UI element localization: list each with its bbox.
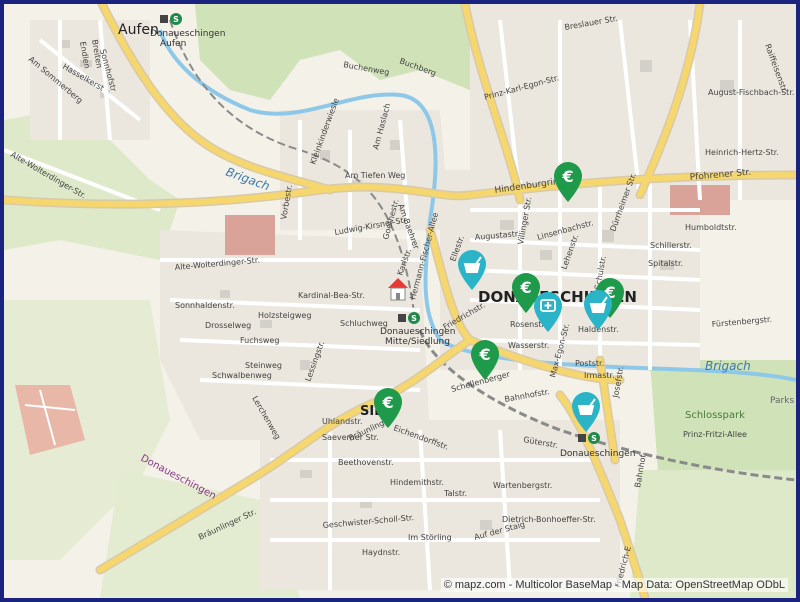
station-mitte-label2: Mitte/Siedlung xyxy=(385,337,450,347)
svg-text:S: S xyxy=(173,15,179,24)
street-saeverner: Saeverner Str. xyxy=(322,433,379,442)
street-poststr: Poststr. xyxy=(575,359,604,368)
map-svg: S Donaueschingen Aufen S Donaueschingen … xyxy=(4,4,796,598)
street-irmastr: Irmastr. xyxy=(584,371,615,380)
street-beethovenstr: Beethovenstr. xyxy=(338,458,394,467)
street-talstr: Talstr. xyxy=(443,489,467,498)
station-main-label: Donaueschingen xyxy=(560,449,635,459)
street-prinz-fritzi: Prinz-Fritzi-Allee xyxy=(683,430,747,439)
street-kardinal: Kardinal-Bea-Str. xyxy=(298,291,365,300)
street-haydnstr: Haydnstr. xyxy=(362,548,400,557)
street-hindemithstr: Hindemithstr. xyxy=(390,478,444,487)
map-canvas[interactable]: S Donaueschingen Aufen S Donaueschingen … xyxy=(4,4,796,598)
station-building-icon xyxy=(398,314,406,322)
street-fuchsweg: Fuchsweg xyxy=(240,336,279,345)
street-sonnhaldenstr: Sonnhaldenstr. xyxy=(175,301,235,310)
street-heinrich-hertz: Heinrich-Hertz-Str. xyxy=(705,148,779,157)
place-parks: Parks xyxy=(770,396,794,406)
river-label-east: Brigach xyxy=(705,359,751,373)
street-am-tiefen-weg: Am Tiefen Weg xyxy=(345,171,405,180)
station-aufen-label1: Donaueschingen xyxy=(150,29,225,39)
euro-icon: € xyxy=(519,278,531,297)
map-view[interactable]: S Donaueschingen Aufen S Donaueschingen … xyxy=(0,0,800,602)
street-steinweg: Steinweg xyxy=(245,361,282,370)
euro-icon: € xyxy=(478,345,490,364)
street-im-stoerling: Im Störling xyxy=(408,533,452,542)
map-attribution: © mapz.com - Multicolor BaseMap - Map Da… xyxy=(440,578,788,592)
station-building-icon xyxy=(160,15,168,23)
svg-text:S: S xyxy=(411,314,417,323)
station-building-icon xyxy=(578,434,586,442)
street-spitalstr: Spitalstr. xyxy=(648,259,683,268)
street-wartenbergstr: Wartenbergstr. xyxy=(493,481,552,490)
street-schluchweg: Schluchweg xyxy=(340,319,388,328)
building-hospital xyxy=(225,215,275,255)
street-humboldtstr: Humboldtstr. xyxy=(685,223,737,232)
street-schillerstr: Schillerstr. xyxy=(650,241,692,250)
place-schlosspark: Schlosspark xyxy=(685,410,745,421)
street-uhlandstr: Uhlandstr. xyxy=(322,417,363,426)
euro-icon: € xyxy=(381,393,393,412)
euro-icon: € xyxy=(561,167,573,186)
svg-text:S: S xyxy=(591,434,597,443)
place-aufen: Aufen xyxy=(118,22,159,38)
street-schwalbenweg: Schwalbenweg xyxy=(212,371,272,380)
station-aufen-label2: Aufen xyxy=(160,39,186,49)
street-drosselweg: Drosselweg xyxy=(205,321,251,330)
street-holzsteigweg: Holzsteigweg xyxy=(258,311,311,320)
street-wasserstr: Wasserstr. xyxy=(508,341,549,350)
